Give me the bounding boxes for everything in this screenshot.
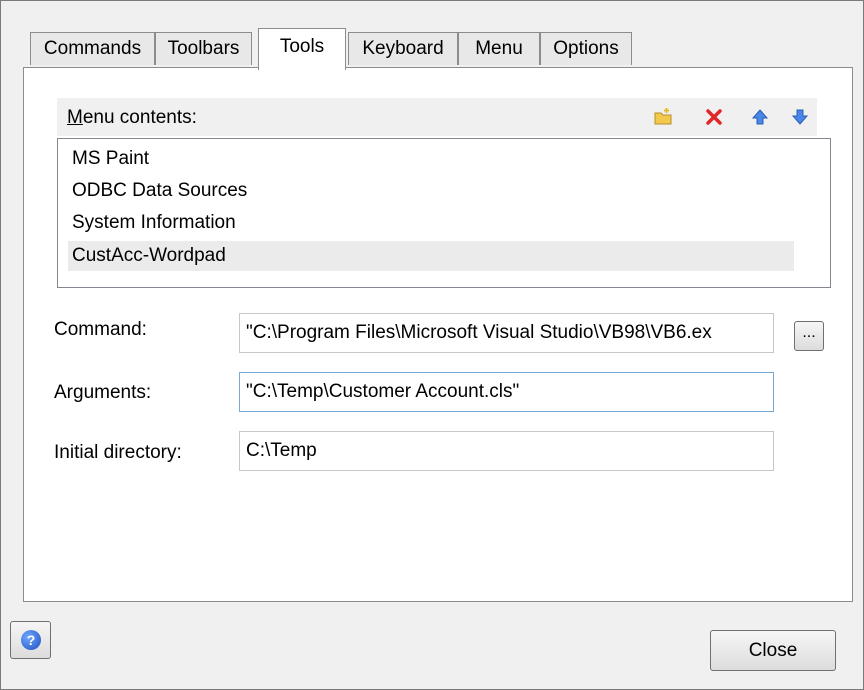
menu-contents-header: Menu contents: xyxy=(57,98,817,136)
arguments-label: Arguments: xyxy=(54,382,152,403)
menu-contents-label: Menu contents: xyxy=(67,107,197,129)
delete-icon[interactable] xyxy=(704,107,724,127)
arguments-input[interactable]: "C:\Temp\Customer Account.cls" xyxy=(239,372,774,412)
menu-contents-list[interactable]: MS Paint ODBC Data Sources System Inform… xyxy=(57,138,831,288)
tab-label: Options xyxy=(553,38,619,59)
tab-keyboard[interactable]: Keyboard xyxy=(348,32,458,65)
tools-tab-panel: Menu contents: MS Paint ODBC Data Source… xyxy=(23,67,853,602)
new-folder-icon[interactable] xyxy=(653,107,673,127)
menu-contents-label-text: enu contents: xyxy=(82,107,197,128)
list-item[interactable]: System Information xyxy=(68,208,794,238)
tab-tools[interactable]: Tools xyxy=(258,28,346,70)
tab-label: Keyboard xyxy=(362,38,444,59)
move-up-icon[interactable] xyxy=(750,107,770,127)
list-item[interactable]: MS Paint xyxy=(68,144,794,174)
tab-label: Toolbars xyxy=(167,38,240,59)
tab-toolbars[interactable]: Toolbars xyxy=(155,32,252,65)
command-input[interactable]: "C:\Program Files\Microsoft Visual Studi… xyxy=(239,313,774,353)
tab-commands[interactable]: Commands xyxy=(30,32,155,65)
customize-dialog: Commands Toolbars Tools Keyboard Menu Op… xyxy=(0,0,864,690)
move-down-icon[interactable] xyxy=(790,107,810,127)
list-item[interactable]: CustAcc-Wordpad xyxy=(68,241,794,271)
list-item[interactable]: ODBC Data Sources xyxy=(68,176,794,206)
help-button[interactable]: ? xyxy=(10,621,51,659)
tab-options[interactable]: Options xyxy=(540,32,632,65)
access-key: M xyxy=(67,107,83,128)
command-label: Command: xyxy=(54,319,147,340)
tab-label: Tools xyxy=(279,36,325,57)
tab-label: Menu xyxy=(475,38,523,59)
help-icon: ? xyxy=(21,630,41,650)
tab-menu[interactable]: Menu xyxy=(458,32,540,65)
tab-label: Commands xyxy=(43,38,142,59)
browse-button[interactable]: ... xyxy=(794,321,824,351)
close-button[interactable]: Close xyxy=(710,630,836,671)
initial-directory-label: Initial directory: xyxy=(54,442,182,463)
initial-directory-input[interactable]: C:\Temp xyxy=(239,431,774,471)
